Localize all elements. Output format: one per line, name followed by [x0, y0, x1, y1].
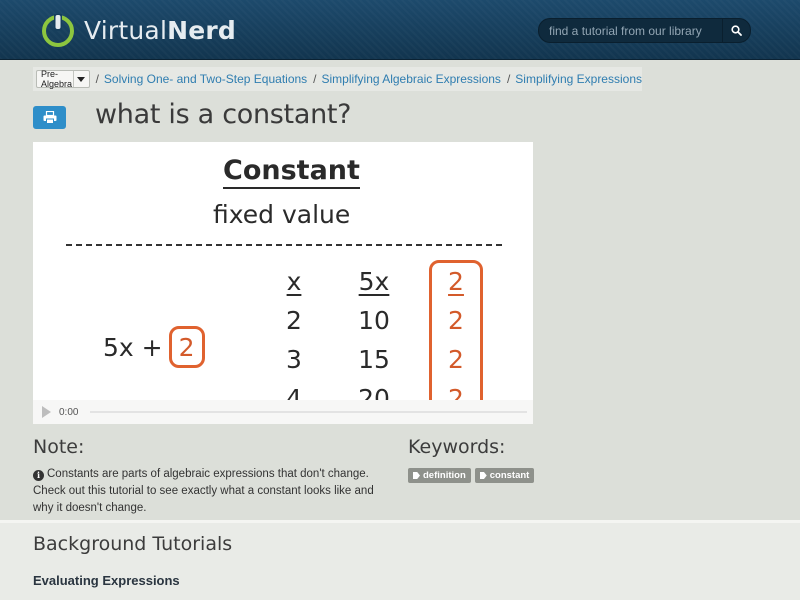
expression-text: 5x +	[103, 332, 163, 362]
background-tutorials-heading: Background Tutorials	[33, 533, 233, 555]
video-controls: 0:00	[33, 400, 533, 424]
note-heading: Note:	[33, 436, 85, 458]
subject-select[interactable]: Pre-Algebra	[36, 69, 90, 89]
breadcrumb-link-chapter[interactable]: Solving One- and Two-Step Equations	[104, 72, 307, 86]
breadcrumb-separator: /	[95, 72, 99, 86]
note-text-block: i Constants are parts of algebraic expres…	[33, 466, 393, 517]
slide-subtitle: fixed value	[213, 200, 351, 229]
table-cell: 3	[286, 345, 302, 374]
play-icon[interactable]	[42, 406, 51, 418]
keywords-heading: Keywords:	[408, 436, 506, 458]
slide-title: Constant	[223, 154, 360, 189]
power-icon	[40, 12, 76, 48]
table-cell: 2	[448, 306, 464, 335]
video-progress-bar[interactable]	[90, 411, 527, 413]
table-column-constant: 2 2 2 2	[431, 266, 481, 422]
note-text: Constants are parts of algebraic express…	[33, 468, 374, 514]
tutorial-search	[538, 18, 751, 43]
breadcrumb-separator: /	[506, 72, 511, 86]
printer-icon	[43, 111, 56, 124]
page-title: what is a constant?	[95, 99, 352, 130]
breadcrumb: Pre-Algebra / Solving One- and Two-Step …	[33, 67, 642, 91]
table-column-5x: 5x 10 15 20	[349, 266, 399, 422]
virtualnerd-logo[interactable]: VirtualNerd	[40, 10, 236, 50]
table-column-x: x 2 3 4	[269, 266, 319, 422]
keyword-tag-label: definition	[423, 470, 466, 481]
keyword-tags: definition constant	[408, 468, 535, 483]
breadcrumb-separator: /	[313, 72, 317, 86]
video-player[interactable]: Constant fixed value 5x + 2 x 2 3 4 5x 1…	[33, 142, 533, 424]
table-cell: 2	[286, 306, 302, 335]
keyword-tag-label: constant	[489, 470, 530, 481]
logo-wordmark: VirtualNerd	[84, 16, 236, 45]
table-cell: 15	[358, 345, 390, 374]
site-header: VirtualNerd	[0, 0, 800, 60]
video-time: 0:00	[59, 406, 79, 418]
tag-icon	[413, 472, 420, 479]
breadcrumb-link-topic[interactable]: Simplifying Expressions	[515, 72, 642, 86]
logo-word-virtual: Virtual	[84, 15, 168, 45]
search-icon	[731, 25, 742, 36]
print-button[interactable]	[33, 106, 66, 129]
breadcrumb-link-section[interactable]: Simplifying Algebraic Expressions	[322, 72, 501, 86]
video-frame: Constant fixed value 5x + 2 x 2 3 4 5x 1…	[33, 142, 533, 420]
background-tutorials-section: Background Tutorials Evaluating Expressi…	[0, 520, 800, 600]
table-header: 2	[448, 267, 464, 296]
keyword-tag[interactable]: definition	[408, 468, 471, 483]
keyword-tag[interactable]: constant	[474, 468, 535, 483]
table-header: x	[286, 267, 302, 296]
chevron-down-icon	[72, 71, 89, 87]
logo-word-nerd: Nerd	[167, 15, 236, 45]
slide-expression: 5x + 2	[103, 326, 205, 368]
search-button[interactable]	[722, 18, 751, 43]
boxed-constant: 2	[168, 326, 205, 368]
table-cell: 10	[358, 306, 390, 335]
table-cell: 2	[448, 345, 464, 374]
search-input[interactable]	[538, 18, 722, 43]
tutorial-link[interactable]: Evaluating Expressions	[33, 573, 180, 588]
tag-icon	[479, 472, 487, 479]
table-header: 5x	[358, 267, 390, 296]
dashed-divider	[66, 244, 502, 246]
info-icon: i	[33, 470, 44, 481]
